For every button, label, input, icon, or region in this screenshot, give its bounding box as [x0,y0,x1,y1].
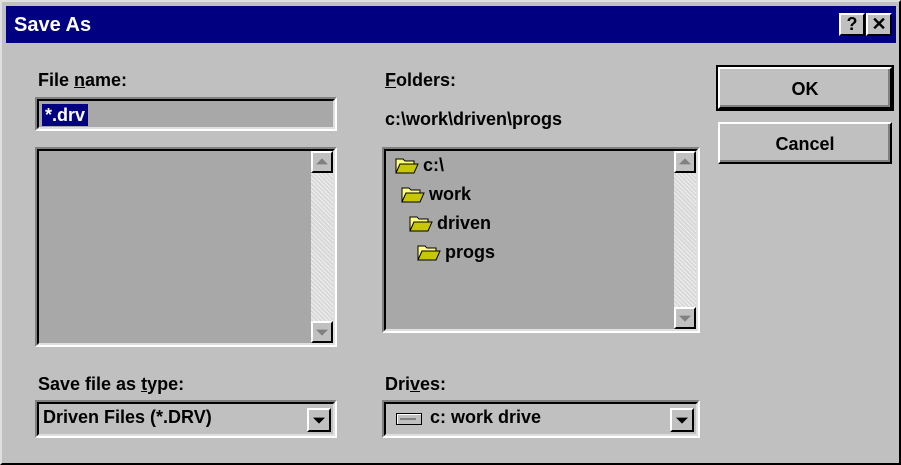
cancel-button[interactable]: Cancel [718,122,892,164]
folder-open-icon [409,214,433,232]
folder-item-label: c:\ [423,154,445,175]
drives-select[interactable]: c: work drive [382,400,700,438]
ok-button[interactable]: OK [716,65,894,111]
folder-item-label: progs [445,241,496,262]
file-name-label: File name: [38,70,128,90]
save-as-dialog: Save As ? ✕ File name: *.drv Folders: c:… [0,0,901,465]
save-type-value: Driven Files (*.DRV) [43,407,212,427]
folder-item-label: work [429,183,472,204]
file-list[interactable] [35,147,337,347]
folder-tree[interactable]: c:\ work driven progs [382,147,700,333]
title-bar[interactable]: Save As ? ✕ [6,6,896,43]
hard-drive-icon [396,413,422,425]
folders-label: Folders: [385,70,457,90]
scroll-down-arrow-icon[interactable] [674,307,696,329]
scroll-down-arrow-icon[interactable] [311,321,333,343]
file-list-scrollbar[interactable] [311,151,333,343]
save-type-select[interactable]: Driven Files (*.DRV) [35,400,337,438]
file-name-value: *.drv [42,104,89,126]
window-title: Save As [14,14,92,36]
folder-item-label: driven [437,212,492,233]
drives-label: Drives: [385,374,447,394]
folder-open-icon [417,243,441,261]
help-button[interactable]: ? [839,13,865,36]
folder-item[interactable]: progs [417,240,495,264]
dropdown-arrow-icon[interactable] [307,408,331,432]
folder-open-icon [395,156,419,174]
folder-open-icon [401,185,425,203]
scroll-up-arrow-icon[interactable] [674,151,696,173]
save-type-label: Save file as type: [38,374,185,394]
folder-item[interactable]: c:\ [395,153,444,177]
folder-tree-scrollbar[interactable] [674,151,696,329]
file-name-input[interactable]: *.drv [35,97,337,131]
drives-value: c: work drive [430,407,542,427]
folder-item[interactable]: work [401,182,471,206]
dropdown-arrow-icon[interactable] [670,408,694,432]
current-path: c:\work\driven\progs [385,109,563,129]
folder-item[interactable]: driven [409,211,491,235]
close-button[interactable]: ✕ [866,13,892,36]
scroll-up-arrow-icon[interactable] [311,151,333,173]
